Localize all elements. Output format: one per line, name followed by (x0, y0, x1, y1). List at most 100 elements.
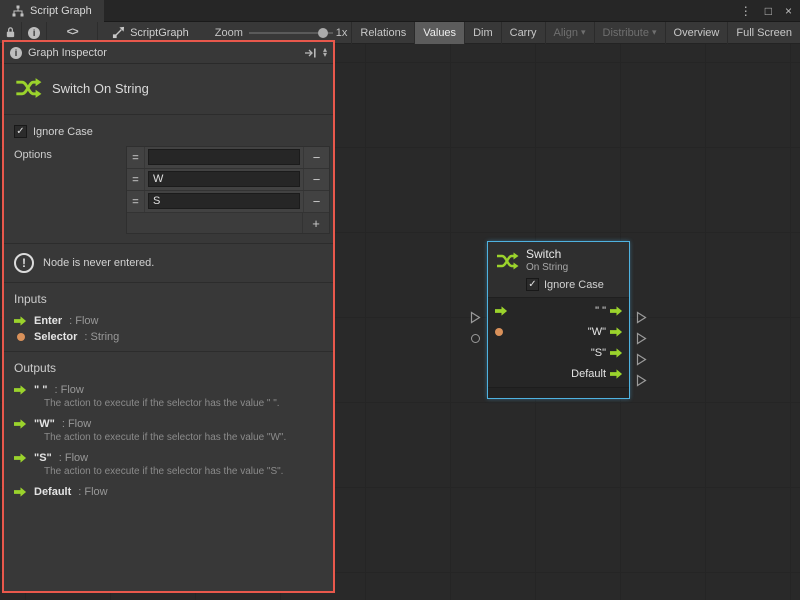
port-name: Enter (34, 315, 62, 327)
close-icon[interactable]: × (785, 4, 792, 18)
chevron-down-icon: ▾ (323, 53, 327, 57)
option-input[interactable] (148, 193, 300, 209)
tab-script-graph[interactable]: Script Graph (0, 0, 104, 22)
outputs-section: Outputs " " : Flow The action to execute… (4, 352, 333, 517)
drag-handle-icon[interactable]: = (127, 191, 145, 212)
port-type: : Flow (59, 452, 88, 464)
node-header[interactable]: Switch On String ✓ Ignore Case (488, 242, 629, 297)
fullscreen-button[interactable]: Full Screen (727, 22, 800, 44)
lock-icon (5, 26, 16, 39)
option-row: = − (127, 147, 329, 169)
string-port-icon (17, 333, 25, 341)
selector-input-port-icon[interactable] (495, 328, 503, 336)
graph-breadcrumb-label: ScriptGraph (130, 27, 189, 39)
option-row: = − (127, 169, 329, 191)
warning-text: Node is never entered. (43, 257, 154, 269)
remove-option-button[interactable]: − (303, 147, 329, 168)
node-port-row: Default (488, 363, 629, 384)
remove-option-button[interactable]: − (303, 169, 329, 190)
chevron-down-icon: ▾ (581, 27, 586, 38)
node-port-row: " " (488, 300, 629, 321)
zoom-slider-thumb[interactable] (318, 28, 328, 38)
external-output-port-icon[interactable] (636, 332, 647, 345)
options-list: = − = − = − + (126, 146, 330, 234)
inputs-header: Inputs (14, 292, 323, 306)
code-icon: <> (67, 27, 78, 39)
port-description: The action to execute if the selector ha… (44, 398, 323, 409)
scroll-chevrons-icon[interactable]: ▴ ▾ (323, 48, 327, 57)
fullscreen-label: Full Screen (736, 27, 792, 39)
external-output-port-icon[interactable] (636, 353, 647, 366)
node-subtitle: On String (526, 262, 568, 274)
options-block: Options = − = − = − + (4, 140, 333, 234)
flow-output-port-icon[interactable] (610, 306, 623, 316)
align-label: Align (554, 27, 578, 39)
output-row: "S" : Flow (14, 450, 323, 466)
tab-label: Script Graph (30, 5, 92, 17)
dim-button[interactable]: Dim (464, 22, 501, 44)
flow-port-icon (14, 419, 27, 429)
values-label: Values (423, 27, 456, 39)
inspected-node-title-row: Switch On String (4, 64, 333, 114)
port-type: : Flow (78, 486, 107, 498)
relations-button[interactable]: Relations (351, 22, 414, 44)
options-label: Options (14, 146, 126, 234)
inspector-header: i Graph Inspector ▴ ▾ (4, 42, 333, 64)
output-row: "W" : Flow (14, 416, 323, 432)
drag-handle-icon[interactable]: = (127, 169, 145, 190)
options-list-footer: + (127, 213, 329, 233)
info-icon: i (28, 27, 40, 39)
align-button[interactable]: Align ▾ (545, 22, 594, 44)
port-type: : String (84, 331, 119, 343)
ignore-case-label: Ignore Case (33, 126, 93, 138)
switch-node[interactable]: Switch On String ✓ Ignore Case " " (487, 241, 630, 399)
overview-button[interactable]: Overview (665, 22, 728, 44)
port-description: The action to execute if the selector ha… (44, 466, 323, 477)
warning-banner: ! Node is never entered. (4, 243, 333, 283)
flow-output-port-icon[interactable] (610, 369, 623, 379)
external-output-port-icon[interactable] (636, 311, 647, 324)
port-type: : Flow (69, 315, 98, 327)
distribute-button[interactable]: Distribute ▾ (594, 22, 665, 44)
node-body: " " "W" "S" (488, 297, 629, 387)
external-output-port-icon[interactable] (636, 374, 647, 387)
values-button[interactable]: Values (414, 22, 464, 44)
ignore-case-checkbox[interactable]: ✓ (14, 125, 27, 138)
carry-button[interactable]: Carry (501, 22, 545, 44)
maximize-icon[interactable]: □ (765, 4, 772, 18)
node-footer (488, 387, 629, 398)
input-row: Selector : String (14, 329, 323, 345)
drag-handle-icon[interactable]: = (127, 147, 145, 168)
node-port-row: "S" (488, 342, 629, 363)
remove-option-button[interactable]: − (303, 191, 329, 212)
warning-icon: ! (14, 253, 34, 273)
popout-icon[interactable] (304, 47, 317, 59)
flow-port-icon (14, 487, 27, 497)
info-icon: i (10, 47, 22, 59)
zoom-slider[interactable] (249, 27, 330, 39)
carry-label: Carry (510, 27, 537, 39)
external-flow-port-icon[interactable] (470, 311, 481, 324)
graph-breadcrumb[interactable]: ScriptGraph (112, 26, 189, 39)
flow-input-port-icon[interactable] (495, 306, 508, 316)
switch-icon (14, 74, 42, 102)
zoom-label: Zoom (215, 27, 243, 39)
window-controls: ⋮ □ × (740, 0, 800, 21)
output-port-label: " " (595, 305, 606, 317)
option-input[interactable] (148, 149, 300, 165)
add-option-button[interactable]: + (302, 213, 329, 233)
option-input[interactable] (148, 171, 300, 187)
switch-node-box[interactable]: Switch On String ✓ Ignore Case " " (487, 241, 630, 399)
option-row: = − (127, 191, 329, 213)
script-graph-tab-icon (12, 5, 24, 17)
menu-icon[interactable]: ⋮ (740, 4, 752, 18)
port-description: The action to execute if the selector ha… (44, 432, 323, 443)
flow-output-port-icon[interactable] (610, 327, 623, 337)
output-row: Default : Flow (14, 484, 323, 500)
flow-output-port-icon[interactable] (610, 348, 623, 358)
node-port-row: "W" (488, 321, 629, 342)
port-name: " " (34, 384, 48, 396)
dim-label: Dim (473, 27, 493, 39)
ignore-case-checkbox[interactable]: ✓ (526, 278, 539, 291)
external-value-port-icon[interactable] (471, 334, 480, 343)
